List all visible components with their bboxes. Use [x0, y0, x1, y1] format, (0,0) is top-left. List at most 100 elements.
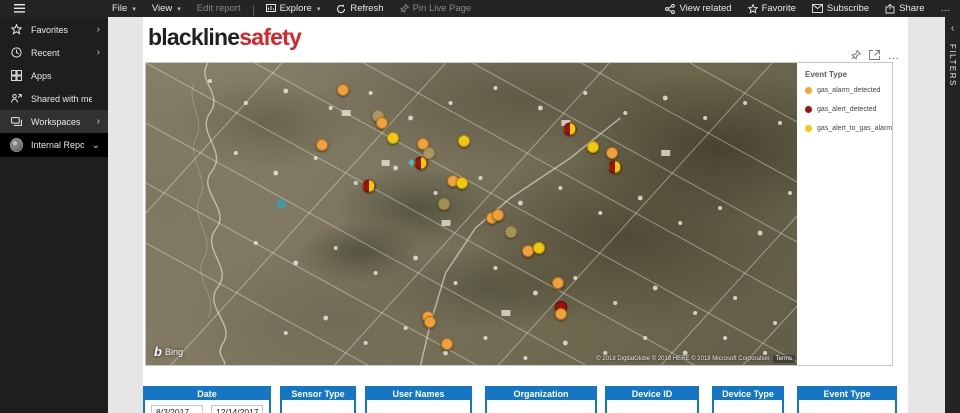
view-menu-label: View	[152, 3, 172, 14]
sidebar-item-workspaces[interactable]: Workspaces ›	[0, 110, 108, 133]
sidebar-item-recent[interactable]: Recent ›	[0, 41, 108, 64]
event-marker[interactable]	[587, 141, 599, 153]
legend-item-gas-alert-detected[interactable]: gas_alert_detected	[805, 106, 886, 113]
slicer-device-id: Device ID All ∨	[605, 386, 699, 413]
map-legend: Event Type gas_alarm_detected gas_alert_…	[797, 63, 892, 365]
ellipsis-icon: …	[941, 3, 951, 14]
file-menu[interactable]: File▾	[104, 0, 144, 17]
event-marker[interactable]	[555, 308, 567, 320]
slicer-organization-header: Organization	[487, 388, 595, 400]
envelope-icon	[812, 4, 823, 13]
organization-dropdown[interactable]: All ∨	[487, 400, 595, 413]
user-names-dropdown[interactable]: All ∨	[367, 400, 470, 413]
bing-satellite-map[interactable]: b Bing © 2018 DigitalGlobe © 2018 HERE ©…	[146, 63, 797, 365]
event-marker[interactable]	[609, 160, 622, 173]
focus-mode-icon[interactable]	[869, 50, 880, 61]
sidebar-label-apps: Apps	[31, 71, 92, 81]
sidebar-item-internal-reports[interactable]: Internal Reports ⌄	[0, 133, 108, 157]
file-menu-label: File	[112, 3, 127, 14]
edit-report-button: Edit report	[189, 0, 249, 17]
expand-filters-chevron[interactable]: ‹	[951, 23, 954, 34]
view-related-button[interactable]: View related	[657, 0, 739, 17]
legend-dot	[805, 106, 812, 113]
share-button[interactable]: Share	[877, 0, 932, 17]
hamburger-icon	[14, 4, 25, 13]
sidebar-label-shared-with-me: Shared with me	[31, 94, 92, 104]
slicer-event-type: Event Type (Multiple Selections) ∨	[797, 386, 897, 413]
chevron-down-icon: ⌄	[92, 140, 100, 151]
sensor-type-dropdown[interactable]: All ∨	[282, 400, 354, 413]
terms-link[interactable]: Terms	[773, 355, 795, 363]
event-marker[interactable]	[492, 209, 504, 221]
slicer-user-names-header: User Names	[367, 388, 470, 400]
event-marker[interactable]	[606, 147, 618, 159]
event-marker[interactable]	[316, 139, 328, 151]
view-menu[interactable]: View ▾	[144, 0, 189, 17]
chevron-down-icon: ▾	[177, 5, 181, 13]
map-visual: b Bing © 2018 DigitalGlobe © 2018 HERE ©…	[145, 62, 893, 366]
favorite-button[interactable]: Favorite	[740, 0, 804, 17]
bing-logo[interactable]: b Bing	[154, 344, 183, 359]
slicer-organization: Organization All ∨	[485, 386, 597, 413]
pin-live-page-button: Pin Live Page	[392, 0, 480, 17]
more-options-button[interactable]: …	[933, 0, 959, 17]
event-marker[interactable]	[533, 242, 545, 254]
sidebar-item-shared-with-me[interactable]: Shared with me	[0, 87, 108, 110]
event-marker[interactable]	[376, 117, 388, 129]
subscribe-button[interactable]: Subscribe	[804, 0, 877, 17]
chevron-down-icon: ▾	[317, 5, 321, 13]
chevron-right-icon: ›	[97, 116, 100, 127]
slicer-event-type-header: Event Type	[799, 388, 895, 400]
event-marker[interactable]	[505, 226, 517, 238]
refresh-button[interactable]: Refresh	[328, 0, 391, 17]
sidebar-item-favorites[interactable]: Favorites ›	[0, 18, 108, 41]
visual-more-options[interactable]: …	[888, 51, 899, 61]
visual-hover-actions: …	[851, 50, 899, 61]
event-marker[interactable]	[387, 132, 399, 144]
slicer-user-names: User Names All ∨	[365, 386, 472, 413]
event-marker[interactable]	[337, 84, 349, 96]
event-marker[interactable]	[564, 123, 577, 136]
bing-wordmark: Bing	[165, 347, 183, 357]
star-icon	[10, 24, 23, 35]
refresh-label: Refresh	[350, 3, 383, 14]
device-id-dropdown[interactable]: All ∨	[607, 400, 697, 413]
apps-grid-icon	[10, 70, 23, 81]
event-marker[interactable]	[438, 198, 450, 210]
map-attribution: © 2018 DigitalGlobe © 2018 HERE © 2018 M…	[596, 355, 795, 363]
slicer-device-id-header: Device ID	[607, 388, 697, 400]
event-marker[interactable]	[552, 277, 564, 289]
blackline-safety-logo: blacklinesafety	[148, 24, 301, 50]
date-start-input[interactable]: 8/3/2017	[151, 405, 203, 413]
event-marker[interactable]	[458, 135, 470, 147]
date-end-input[interactable]: 12/14/2017	[211, 405, 263, 413]
hamburger-menu-button[interactable]	[6, 0, 33, 17]
legend-item-gas-alarm-detected[interactable]: gas_alarm_detected	[805, 87, 886, 94]
share-label: Share	[899, 3, 924, 14]
filters-panel-label[interactable]: FILTERS	[948, 44, 957, 87]
slicer-date: Date 8/3/2017 12/14/2017	[143, 386, 271, 413]
copyright-text: © 2018 DigitalGlobe © 2018 HERE © 2018 M…	[596, 356, 769, 362]
event-marker[interactable]	[456, 177, 468, 189]
event-type-dropdown[interactable]: (Multiple Selections) ∨	[799, 400, 895, 413]
device-type-select-all[interactable]: Select All	[714, 400, 782, 413]
slicer-sensor-type: Sensor Type All ∨	[280, 386, 356, 413]
sidebar-item-apps[interactable]: Apps	[0, 64, 108, 87]
explore-menu[interactable]: Explore▾	[258, 0, 329, 17]
favorite-label: Favorite	[762, 3, 796, 14]
event-marker[interactable]	[414, 156, 427, 169]
app-window: File▾ View▾ Edit report Explore▾ Refresh	[0, 0, 960, 413]
sidebar-label-workspaces: Workspaces	[31, 117, 89, 127]
legend-item-gas-alert-to-gas-alarm[interactable]: gas_alert_to_gas_alarm	[805, 125, 886, 132]
pin-live-page-label: Pin Live Page	[413, 3, 472, 14]
legend-label: gas_alert_to_gas_alarm	[817, 125, 892, 132]
left-nav-sidebar: Favorites › Recent › Apps Shared with me	[0, 17, 108, 413]
chevron-right-icon: ›	[97, 24, 100, 35]
pin-visual-icon[interactable]	[851, 50, 861, 61]
ellipsis-icon: …	[888, 50, 899, 62]
view-related-icon	[665, 4, 675, 14]
event-marker[interactable]	[441, 338, 453, 350]
event-marker[interactable]	[424, 316, 436, 328]
chevron-right-icon: ›	[97, 47, 100, 58]
event-marker[interactable]	[362, 179, 375, 192]
